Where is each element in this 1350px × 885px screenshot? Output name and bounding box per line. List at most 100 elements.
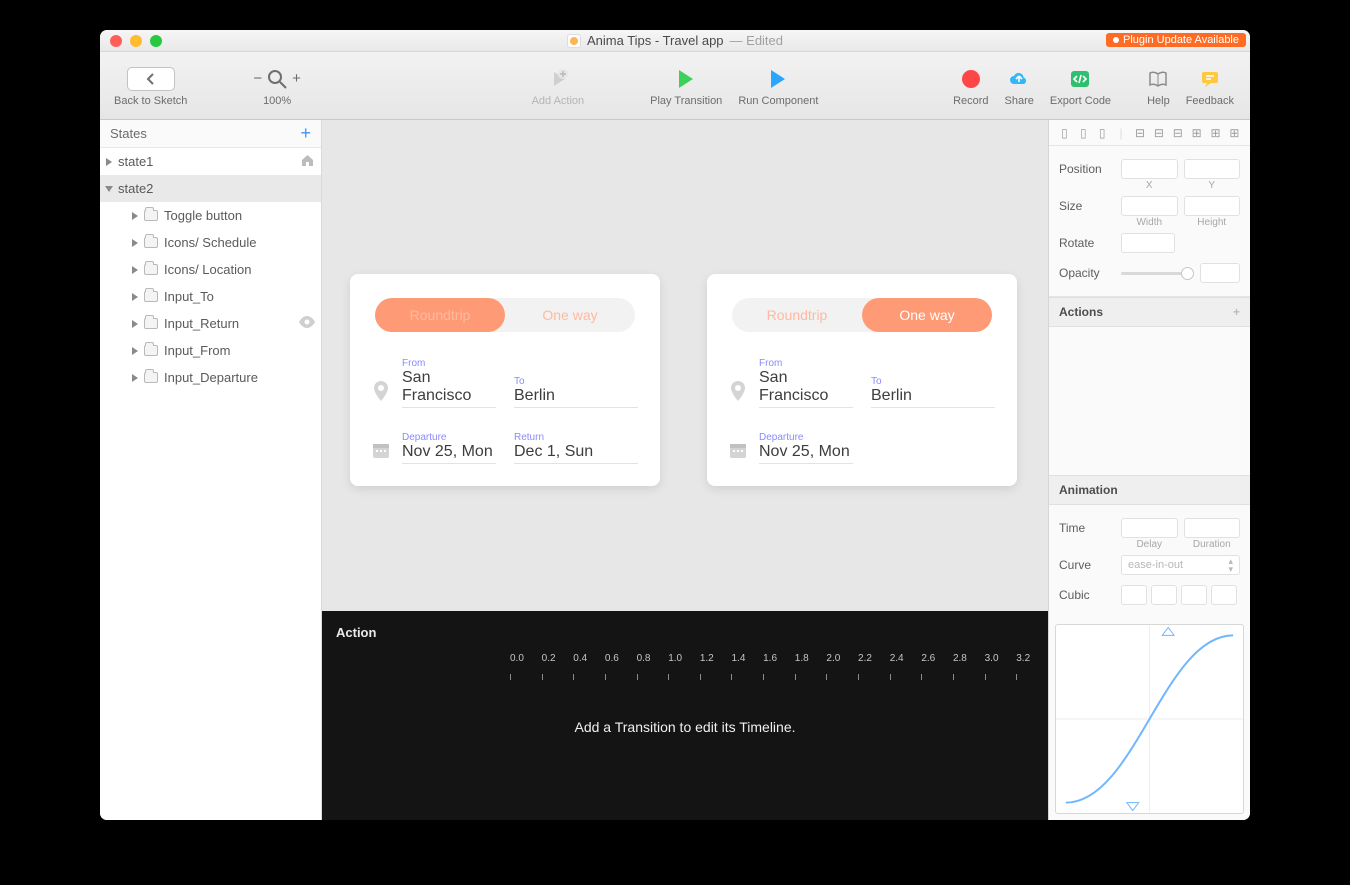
disclosure-icon[interactable] bbox=[105, 186, 113, 192]
tick: 3.2 bbox=[1016, 653, 1048, 677]
layer-row[interactable]: Input_From bbox=[100, 337, 321, 364]
add-action-button[interactable]: Add Action bbox=[524, 65, 593, 107]
distribute-h-icon[interactable]: ⊞ bbox=[1189, 126, 1205, 140]
position-x-input[interactable] bbox=[1121, 159, 1178, 179]
toggle-roundtrip[interactable]: Roundtrip bbox=[732, 298, 862, 332]
width-input[interactable] bbox=[1121, 196, 1178, 216]
home-icon[interactable] bbox=[300, 153, 315, 171]
curve-preview[interactable] bbox=[1055, 624, 1244, 814]
disclosure-icon[interactable] bbox=[132, 266, 138, 274]
timeline-ruler[interactable]: 0.00.20.40.60.81.01.21.41.61.82.02.22.42… bbox=[510, 653, 1048, 677]
cubic-y2-input[interactable] bbox=[1211, 585, 1237, 605]
align-left-icon[interactable]: ▯ bbox=[1056, 126, 1072, 140]
record-icon bbox=[962, 70, 980, 88]
layer-label: Toggle button bbox=[164, 208, 242, 223]
align-right-icon[interactable]: ▯ bbox=[1094, 126, 1110, 140]
align-center-h-icon[interactable]: ▯ bbox=[1075, 126, 1091, 140]
toggle-roundtrip[interactable]: Roundtrip bbox=[375, 298, 505, 332]
to-field[interactable]: To Berlin bbox=[871, 376, 995, 408]
actions-body bbox=[1049, 327, 1250, 475]
add-state-button[interactable]: + bbox=[300, 123, 311, 144]
disclosure-icon[interactable] bbox=[132, 374, 138, 382]
export-code-button[interactable]: Export Code bbox=[1042, 65, 1119, 107]
align-bottom-icon[interactable]: ⊟ bbox=[1170, 126, 1186, 140]
departure-label: Departure bbox=[402, 432, 496, 443]
visibility-icon[interactable] bbox=[299, 316, 315, 331]
trip-toggle[interactable]: Roundtrip One way bbox=[732, 298, 992, 332]
tick: 0.6 bbox=[605, 653, 637, 677]
distribute-icon[interactable]: ⊞ bbox=[1226, 126, 1242, 140]
departure-label: Departure bbox=[759, 432, 853, 443]
layer-row[interactable]: Input_Return bbox=[100, 310, 321, 337]
play-transition-button[interactable]: Play Transition bbox=[642, 65, 730, 107]
add-action-icon[interactable]: + bbox=[1233, 305, 1240, 319]
run-component-button[interactable]: Run Component bbox=[730, 65, 826, 107]
curve-label: Curve bbox=[1059, 558, 1115, 572]
cubic-x2-input[interactable] bbox=[1181, 585, 1207, 605]
disclosure-icon[interactable] bbox=[106, 158, 112, 166]
distribute-v-icon[interactable]: ⊞ bbox=[1208, 126, 1224, 140]
return-field[interactable]: Return Dec 1, Sun bbox=[514, 432, 638, 464]
record-button[interactable]: Record bbox=[945, 65, 996, 107]
plugin-update-badge[interactable]: Plugin Update Available bbox=[1106, 33, 1246, 47]
help-button[interactable]: Help bbox=[1139, 65, 1178, 107]
play-transition-label: Play Transition bbox=[650, 95, 722, 107]
cubic-y1-input[interactable] bbox=[1151, 585, 1177, 605]
delay-sublabel: Delay bbox=[1121, 539, 1178, 550]
layer-row[interactable]: Input_Departure bbox=[100, 364, 321, 391]
artboard-state2[interactable]: Roundtrip One way From San Francisco bbox=[707, 274, 1017, 486]
alignment-controls: ▯ ▯ ▯ | ⊟ ⊟ ⊟ ⊞ ⊞ ⊞ bbox=[1049, 120, 1250, 146]
run-component-label: Run Component bbox=[738, 95, 818, 107]
align-top-icon[interactable]: ⊟ bbox=[1132, 126, 1148, 140]
layer-label: Input_Return bbox=[164, 316, 239, 331]
slider-thumb[interactable] bbox=[1181, 267, 1194, 280]
opacity-input[interactable] bbox=[1200, 263, 1240, 283]
opacity-slider[interactable] bbox=[1121, 272, 1194, 275]
to-field[interactable]: To Berlin bbox=[514, 376, 638, 408]
cubic-x1-input[interactable] bbox=[1121, 585, 1147, 605]
play-blue-icon bbox=[771, 70, 785, 88]
layer-label: Input_From bbox=[164, 343, 230, 358]
layer-row[interactable]: Icons/ Schedule bbox=[100, 229, 321, 256]
departure-field[interactable]: Departure Nov 25, Mon bbox=[759, 432, 853, 464]
actions-header-label: Actions bbox=[1059, 305, 1103, 319]
toggle-oneway[interactable]: One way bbox=[862, 298, 992, 332]
duration-input[interactable] bbox=[1184, 518, 1241, 538]
rotate-label: Rotate bbox=[1059, 236, 1115, 250]
toggle-oneway[interactable]: One way bbox=[505, 298, 635, 332]
state-row-state1[interactable]: state1 bbox=[100, 148, 321, 175]
artboard-state1[interactable]: Roundtrip One way From San Francisco bbox=[350, 274, 660, 486]
inspector-panel: ▯ ▯ ▯ | ⊟ ⊟ ⊟ ⊞ ⊞ ⊞ Position XY Size bbox=[1048, 120, 1250, 820]
height-input[interactable] bbox=[1184, 196, 1241, 216]
disclosure-icon[interactable] bbox=[132, 347, 138, 355]
curve-value: ease-in-out bbox=[1128, 559, 1183, 571]
layer-row[interactable]: Icons/ Location bbox=[100, 256, 321, 283]
disclosure-icon[interactable] bbox=[132, 239, 138, 247]
animation-header-label: Animation bbox=[1059, 483, 1118, 497]
disclosure-icon[interactable] bbox=[132, 212, 138, 220]
disclosure-icon[interactable] bbox=[132, 293, 138, 301]
feedback-button[interactable]: Feedback bbox=[1178, 65, 1242, 107]
disclosure-icon[interactable] bbox=[132, 320, 138, 328]
folder-icon bbox=[144, 345, 158, 356]
state2-label: state2 bbox=[118, 181, 153, 196]
departure-field[interactable]: Departure Nov 25, Mon bbox=[402, 432, 496, 464]
align-middle-icon[interactable]: ⊟ bbox=[1151, 126, 1167, 140]
from-field[interactable]: From San Francisco bbox=[402, 358, 496, 408]
rotate-input[interactable] bbox=[1121, 233, 1175, 253]
layer-row[interactable]: Input_To bbox=[100, 283, 321, 310]
folder-icon bbox=[144, 210, 158, 221]
share-button[interactable]: Share bbox=[997, 65, 1042, 107]
departure-value: Nov 25, Mon bbox=[402, 443, 496, 461]
layer-row[interactable]: Toggle button bbox=[100, 202, 321, 229]
position-y-input[interactable] bbox=[1184, 159, 1241, 179]
canvas[interactable]: Roundtrip One way From San Francisco bbox=[322, 120, 1048, 611]
tick: 1.2 bbox=[700, 653, 732, 677]
delay-input[interactable] bbox=[1121, 518, 1178, 538]
from-field[interactable]: From San Francisco bbox=[759, 358, 853, 408]
curve-select[interactable]: ease-in-out ▴▾ bbox=[1121, 555, 1240, 575]
tick: 0.0 bbox=[510, 653, 542, 677]
trip-toggle[interactable]: Roundtrip One way bbox=[375, 298, 635, 332]
return-value: Dec 1, Sun bbox=[514, 443, 638, 461]
state-row-state2[interactable]: state2 bbox=[100, 175, 321, 202]
